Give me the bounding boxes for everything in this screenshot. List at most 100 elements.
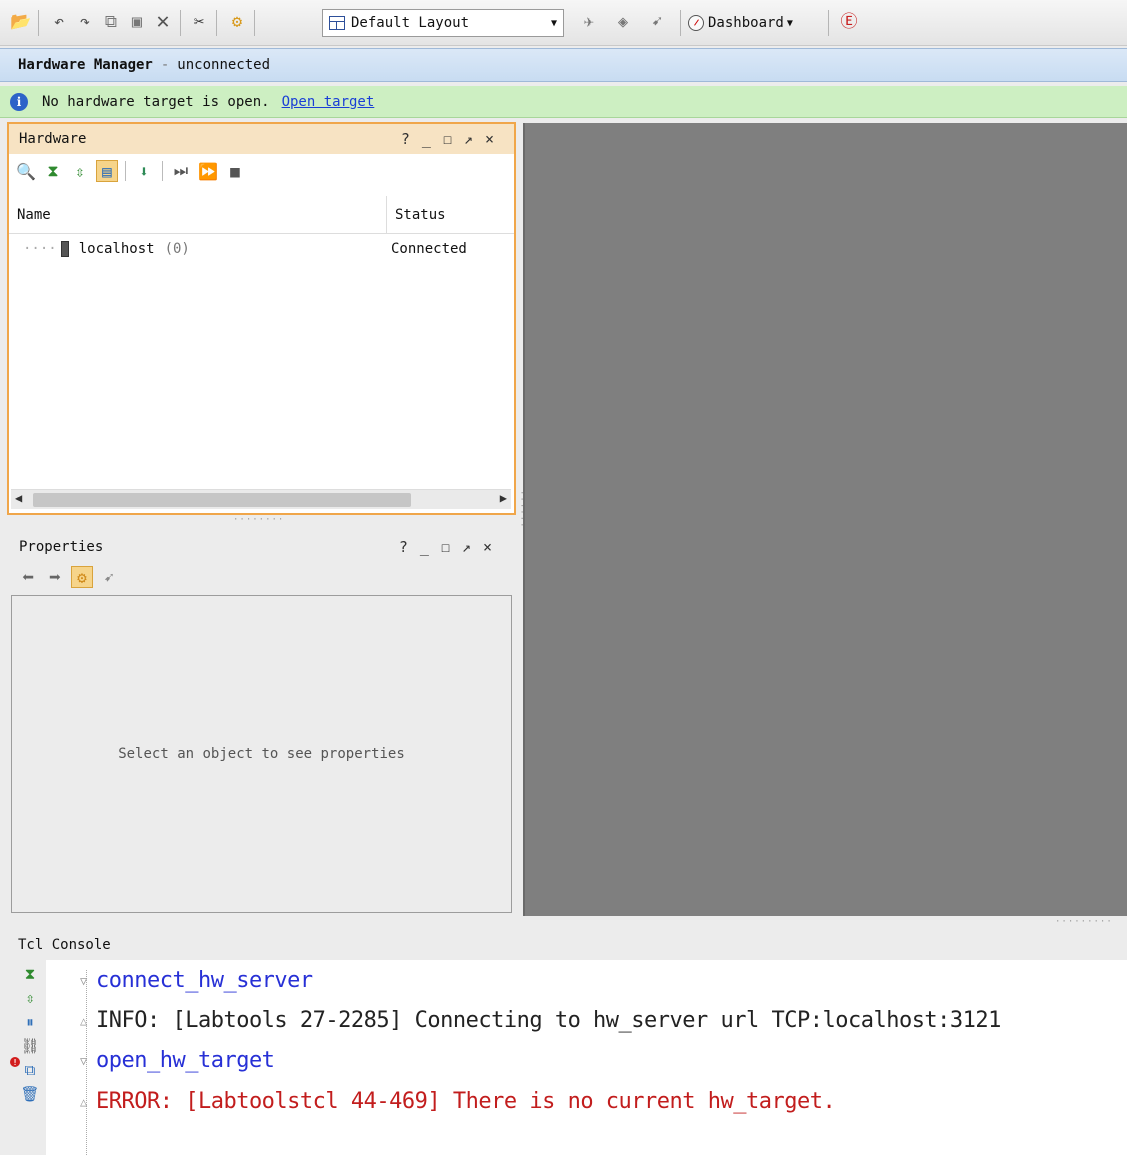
panel-controls: ? _ ☐ ↗ ×: [401, 130, 494, 148]
panel-title: Tcl Console: [18, 937, 111, 953]
console-line: open_hw_target: [96, 1048, 275, 1073]
tree-line: ····: [23, 241, 57, 257]
copy-icon[interactable]: ⧉: [20, 1060, 40, 1080]
column-header-status[interactable]: Status: [387, 196, 514, 234]
gauge-icon: [688, 15, 704, 31]
close-icon[interactable]: ×: [483, 538, 492, 556]
chevron-down-icon: ▼: [550, 18, 557, 29]
autoconnect-icon[interactable]: ✈: [578, 11, 600, 33]
search-icon[interactable]: 🔍: [15, 160, 37, 182]
layout-select[interactable]: Default Layout ▼: [322, 9, 564, 37]
scroll-right-icon[interactable]: ▶: [500, 491, 507, 505]
program-icon[interactable]: ◈: [612, 11, 634, 33]
info-icon: i: [10, 92, 28, 111]
properties-body: Select an object to see properties: [11, 595, 512, 913]
info-message: No hardware target is open.: [42, 93, 270, 110]
panel-title: Hardware: [19, 131, 87, 147]
step-icon[interactable]: ⏭: [170, 160, 192, 182]
hardware-toolbar: 🔍 ⧗ ⇳ ▤ ⬇ ⏭ ⏩ ■: [9, 154, 514, 188]
maximize-icon[interactable]: ☐: [441, 538, 450, 556]
table-row[interactable]: ···· localhost (0): [23, 236, 383, 262]
console-line: INFO: [Labtools 27-2285] Connecting to h…: [96, 1008, 1001, 1033]
collapse-all-icon[interactable]: ⧗: [20, 964, 40, 984]
hardware-panel: Hardware ? _ ☐ ↗ × 🔍 ⧗ ⇳ ▤ ⬇ ⏭ ⏩ ■ Name …: [7, 122, 516, 515]
run-icon[interactable]: ⚙: [226, 11, 248, 33]
undo-icon[interactable]: ↶: [48, 11, 70, 33]
settings-icon[interactable]: ⚙: [71, 566, 93, 588]
column-header-name[interactable]: Name: [9, 196, 387, 234]
tcl-console-header: Tcl Console: [0, 930, 1127, 960]
fold-toggle-icon[interactable]: ▽: [80, 1054, 87, 1068]
open-project-icon[interactable]: 📂: [10, 11, 32, 33]
forward-arrow-icon[interactable]: ➡: [44, 565, 66, 589]
find-icon[interactable]: ⛓: [20, 1036, 40, 1056]
scrollbar-thumb[interactable]: [33, 493, 411, 507]
panel-controls: ? _ ☐ ↗ ×: [399, 538, 492, 556]
workspace-area: [523, 123, 1127, 916]
expand-all-icon[interactable]: ⇳: [69, 160, 91, 182]
back-arrow-icon[interactable]: ⬅: [17, 565, 39, 589]
console-line: ERROR: [Labtoolstcl 44-469] There is no …: [96, 1089, 836, 1114]
hardware-table: Name Status ···· localhost (0) Connected: [9, 196, 514, 488]
fold-end-icon: △: [80, 1095, 88, 1109]
scroll-left-icon[interactable]: ◀: [15, 491, 22, 505]
properties-panel: Properties ? _ ☐ ↗ × ⬅ ➡ ⚙ ➹ Select an o…: [11, 532, 514, 914]
properties-empty-message: Select an object to see properties: [118, 746, 405, 762]
copy-icon[interactable]: ⧉: [100, 11, 122, 33]
host-status: Connected: [391, 241, 467, 257]
chevron-down-icon: ▼: [786, 17, 793, 29]
delete-icon[interactable]: ✕: [152, 11, 174, 33]
properties-toolbar: ⬅ ➡ ⚙ ➹: [11, 560, 514, 594]
horizontal-scrollbar[interactable]: ◀ ▶: [11, 489, 511, 509]
help-icon[interactable]: ?: [401, 130, 410, 148]
redo-icon[interactable]: ↷: [74, 11, 96, 33]
auto-connect-icon[interactable]: ▤: [96, 160, 118, 182]
error-marker-icon: !: [10, 1057, 20, 1067]
connection-status: unconnected: [177, 57, 271, 73]
main-toolbar: 📂 ↶ ↷ ⧉ ▣ ✕ ✂ ⚙ Default Layout ▼ ✈ ◈ ➹ D…: [0, 0, 1127, 46]
pointer-icon[interactable]: ➹: [646, 11, 668, 33]
fold-end-icon: △: [80, 1014, 88, 1028]
maximize-icon[interactable]: ☐: [443, 130, 452, 148]
expand-all-icon[interactable]: ⇳: [20, 988, 40, 1008]
tcl-console-panel: Tcl Console ⧗ ⇳ ⏸ ⛓ ⧉ 🗑 ! ▽ connect_hw_s…: [0, 930, 1127, 1155]
layout-select-value: Default Layout: [351, 15, 470, 31]
program-device-icon[interactable]: ⬇: [133, 160, 155, 182]
help-icon[interactable]: ?: [399, 538, 408, 556]
properties-panel-header: Properties ? _ ☐ ↗ ×: [11, 532, 514, 562]
page-title: Hardware Manager: [18, 57, 153, 73]
collapse-all-icon[interactable]: ⧗: [42, 160, 64, 182]
float-icon[interactable]: ↗: [462, 538, 471, 556]
float-icon[interactable]: ↗: [464, 130, 473, 148]
pause-icon[interactable]: ⏸: [20, 1012, 40, 1032]
minimize-icon[interactable]: _: [420, 538, 429, 556]
splitter-grip[interactable]: ·········: [1055, 917, 1113, 927]
fold-toggle-icon[interactable]: ▽: [80, 974, 87, 988]
host-count: (0): [164, 241, 190, 257]
hardware-manager-titlebar: Hardware Manager - unconnected: [0, 48, 1127, 82]
close-icon[interactable]: ×: [485, 130, 494, 148]
help-icon[interactable]: Ⓔ: [838, 11, 860, 33]
toolbar-separator: [125, 161, 126, 181]
open-target-link[interactable]: Open target: [282, 94, 375, 110]
minimize-icon[interactable]: _: [422, 130, 431, 148]
pointer-icon[interactable]: ➹: [98, 566, 120, 588]
title-separator: -: [160, 57, 170, 73]
dashboard-button[interactable]: Dashboard ▼: [688, 11, 793, 35]
run-icon[interactable]: ⏩: [197, 160, 219, 182]
toolbar-separator: [180, 10, 181, 36]
toolbar-separator: [162, 161, 163, 181]
console-line: connect_hw_server: [96, 968, 313, 993]
paste-icon[interactable]: ▣: [126, 11, 148, 33]
server-icon: [60, 241, 69, 257]
settings-tools-icon[interactable]: ✂: [188, 11, 210, 33]
tcl-console-sidebar: ⧗ ⇳ ⏸ ⛓ ⧉ 🗑 !: [0, 960, 46, 1155]
tcl-console-output[interactable]: ▽ connect_hw_server △ INFO: [Labtools 27…: [46, 960, 1127, 1155]
splitter-grip[interactable]: ········: [233, 515, 284, 525]
host-name: localhost: [78, 241, 155, 257]
layout-icon: [329, 16, 345, 30]
info-banner: i No hardware target is open. Open targe…: [0, 86, 1127, 118]
clear-icon[interactable]: 🗑: [20, 1084, 40, 1104]
hardware-panel-header: Hardware ? _ ☐ ↗ ×: [9, 124, 514, 154]
stop-icon[interactable]: ■: [224, 160, 246, 182]
